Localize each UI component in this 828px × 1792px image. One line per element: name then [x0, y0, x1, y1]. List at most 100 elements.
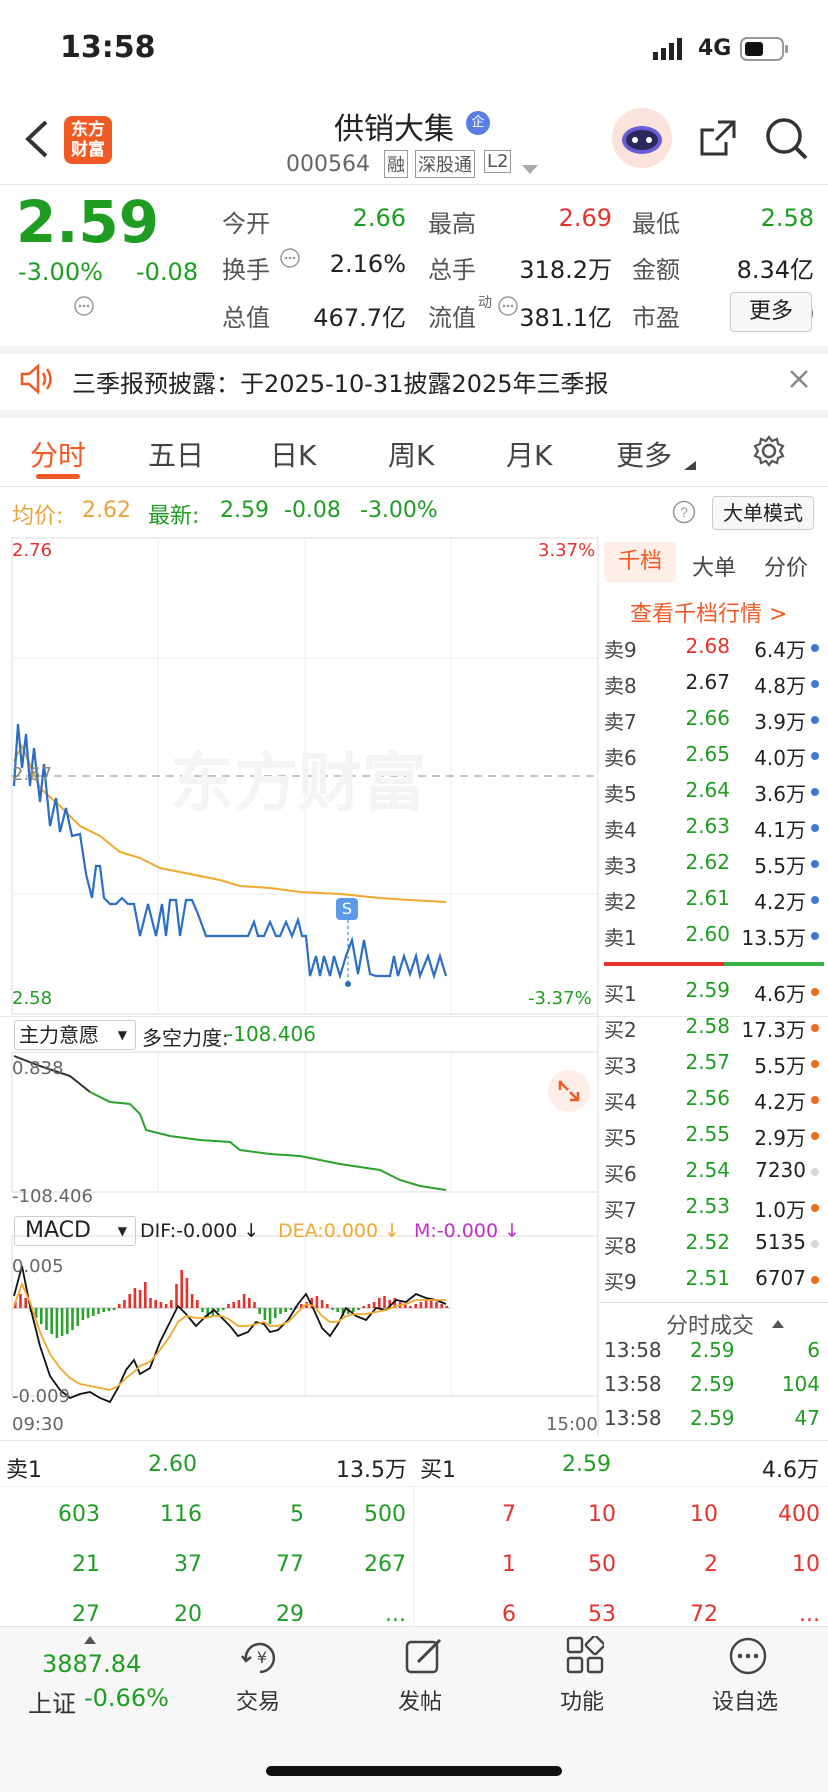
stat-label-float-cap: 流值: [428, 304, 476, 332]
ask-row-price: 2.67: [685, 670, 730, 694]
macd-histogram-bar: [133, 1288, 137, 1308]
queue-buy-cell: ...: [799, 1602, 820, 1627]
bid-row-price: 2.56: [685, 1086, 730, 1110]
bid-row-volume: 5.5万: [754, 1054, 806, 1078]
ask-row-dot: [811, 716, 819, 724]
bid-row-dot: [811, 1168, 819, 1176]
ask-row-volume: 6.4万: [754, 638, 806, 662]
ask-row-label: 卖4: [604, 818, 637, 842]
macd-histogram-bar: [315, 1296, 319, 1308]
tag-connect: 深股通: [415, 150, 475, 178]
info-icon[interactable]: [74, 296, 94, 320]
side-tab-depth[interactable]: 千档: [604, 542, 676, 582]
ask-row-volume: 4.2万: [754, 890, 806, 914]
tab-more[interactable]: 更多: [616, 434, 672, 474]
macd-select[interactable]: MACD ▼: [14, 1216, 136, 1246]
nav-trade[interactable]: 交易: [236, 1684, 280, 1716]
ask-row-dot: [811, 788, 819, 796]
post-edit-icon[interactable]: [404, 1636, 444, 1680]
dropdown-icon[interactable]: [522, 160, 538, 179]
trade-time: 13:58: [604, 1406, 662, 1430]
queue-buy-price: 2.59: [562, 1452, 611, 1477]
trade-icon[interactable]: ¥: [238, 1636, 282, 1682]
macd-histogram-bar: [138, 1290, 142, 1308]
notice-text[interactable]: 三季报预披露：于2025-10-31披露2025年三季报: [72, 364, 609, 399]
macd-histogram-bar: [419, 1302, 423, 1308]
ask-row-price: 2.63: [685, 814, 730, 838]
macd-histogram-bar: [372, 1302, 376, 1308]
ask-row-price: 2.60: [685, 922, 730, 946]
macd-histogram-bar: [357, 1308, 360, 1310]
view-depth-link[interactable]: 查看千档行情 >: [630, 596, 787, 628]
chart-bottom-price: 2.58: [12, 988, 53, 1009]
macd-histogram-bar: [164, 1304, 168, 1308]
tab-monthly-k[interactable]: 月K: [506, 434, 552, 474]
help-icon[interactable]: ?: [672, 500, 696, 528]
caret-down-icon: ▼: [117, 1224, 127, 1238]
sell-marker[interactable]: S: [336, 898, 358, 920]
robot-assistant-icon[interactable]: [612, 108, 672, 168]
macd-histogram-bar: [123, 1300, 126, 1308]
info-icon[interactable]: [280, 248, 300, 272]
stat-value-float-cap: 381.1亿: [519, 304, 612, 332]
stock-code: 000564: [286, 152, 370, 177]
stat-value-open: 2.66: [352, 204, 406, 232]
expand-icon[interactable]: [548, 1070, 590, 1112]
macd-histogram-bar: [440, 1304, 443, 1308]
nav-post[interactable]: 发帖: [398, 1684, 442, 1716]
home-indicator: [266, 1766, 562, 1776]
index-value[interactable]: 3887.84: [42, 1650, 141, 1678]
macd-histogram-bar: [128, 1294, 131, 1308]
app-logo: 东方 财富: [64, 116, 112, 164]
info-icon[interactable]: [498, 296, 518, 320]
tab-daily-k[interactable]: 日K: [270, 434, 316, 474]
close-icon[interactable]: [788, 368, 810, 394]
trade-price: 2.59: [690, 1338, 735, 1362]
queue-sell-cell: 27: [72, 1602, 100, 1627]
bid-bar: [724, 962, 824, 966]
nav-features[interactable]: 功能: [560, 1684, 604, 1716]
back-icon[interactable]: [22, 118, 52, 164]
bid-row-label: 买3: [604, 1054, 637, 1078]
trade-time: 13:58: [604, 1372, 662, 1396]
trade-price: 2.59: [690, 1372, 735, 1396]
macd-histogram-bar: [248, 1298, 251, 1308]
side-tab-price-dist[interactable]: 分价: [764, 550, 808, 582]
side-tab-big-order[interactable]: 大单: [692, 550, 736, 582]
more-dots-icon[interactable]: [728, 1636, 768, 1680]
latest-pct: -3.00%: [360, 498, 438, 523]
ask-row-dot: [811, 752, 819, 760]
tab-weekly-k[interactable]: 周K: [388, 434, 434, 474]
tab-intraday[interactable]: 分时: [30, 434, 86, 474]
tab-five-day[interactable]: 五日: [148, 434, 204, 474]
more-button[interactable]: 更多: [730, 292, 812, 332]
macd-histogram-bar: [237, 1300, 241, 1308]
bid-row-label: 买5: [604, 1126, 637, 1150]
macd-histogram-bar: [362, 1306, 365, 1308]
ask-row-label: 卖5: [604, 782, 637, 806]
bid-row-volume: 17.3万: [741, 1018, 806, 1042]
search-icon[interactable]: [764, 116, 810, 166]
settings-gear-icon[interactable]: [752, 434, 786, 472]
indicator-value: -108.406: [226, 1022, 316, 1046]
nav-add-watchlist[interactable]: 设自选: [712, 1684, 778, 1716]
queue-sell-cell: 37: [174, 1552, 202, 1577]
indicator-select[interactable]: 主力意愿 ▼: [14, 1020, 136, 1050]
macd-histogram-bar: [279, 1308, 282, 1314]
logo-text-2: 财富: [71, 140, 105, 160]
macd-histogram-bar: [144, 1282, 147, 1308]
queue-buy-label: 买1: [420, 1458, 456, 1483]
ask-row-price: 2.62: [685, 850, 730, 874]
trades-title[interactable]: 分时成交: [666, 1308, 754, 1340]
bid-row-label: 买4: [604, 1090, 637, 1114]
macd-histogram-bar: [268, 1308, 272, 1324]
queue-buy-cell: 2: [704, 1552, 718, 1577]
macd-histogram-bar: [60, 1308, 64, 1336]
big-order-mode-button[interactable]: 大单模式: [712, 496, 814, 530]
share-icon[interactable]: [696, 116, 740, 164]
macd-histogram-bar: [331, 1308, 334, 1310]
grid-icon[interactable]: [566, 1634, 606, 1678]
network-type: 4G: [698, 36, 732, 61]
ask-row-volume: 5.5万: [754, 854, 806, 878]
ask-row-dot: [811, 860, 819, 868]
